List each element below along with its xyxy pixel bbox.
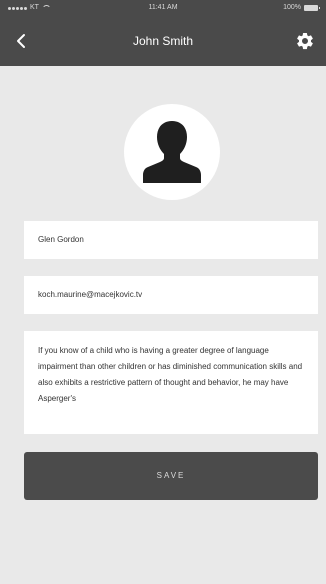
name-field[interactable]: Glen Gordon — [24, 221, 318, 259]
battery-percent: 100% — [283, 4, 301, 11]
save-button[interactable]: SAVE — [24, 452, 318, 500]
settings-button[interactable] — [292, 28, 318, 54]
user-silhouette-icon — [143, 121, 201, 183]
page-title: John Smith — [132, 34, 194, 48]
gear-icon — [297, 32, 313, 50]
avatar[interactable] — [124, 104, 220, 200]
status-bar: KT 11:41 AM 100% — [0, 0, 326, 16]
email-field[interactable]: koch.maurine@macejkovic.tv — [24, 276, 318, 314]
chevron-left-icon — [17, 34, 25, 48]
status-right: 100% — [283, 0, 320, 16]
bio-textarea[interactable]: If you know of a child who is having a g… — [24, 331, 318, 434]
nav-bar: John Smith — [0, 16, 326, 66]
status-time: 11:41 AM — [148, 4, 178, 11]
battery-icon — [304, 5, 320, 11]
profile-screen: KT 11:41 AM 100% John Smith Glen Gordon … — [0, 0, 326, 584]
back-button[interactable] — [8, 28, 34, 54]
